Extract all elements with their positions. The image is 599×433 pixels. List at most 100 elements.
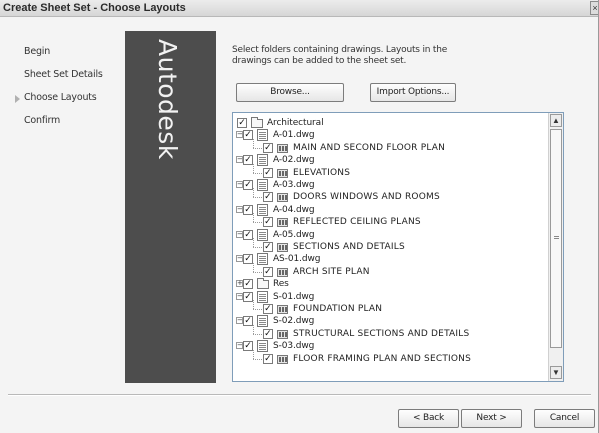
tree-drawing-item[interactable]: − ✓ S-01.dwg [233, 290, 545, 303]
tree-connector [253, 238, 254, 247]
tree-layout-item[interactable]: ✓ MAIN AND SECOND FLOOR PLAN [233, 138, 545, 154]
tree-checkbox[interactable]: ✓ [263, 266, 273, 277]
import-options-button[interactable]: Import Options... [370, 83, 456, 102]
drawing-file-icon [257, 315, 268, 328]
layouts-tree-view[interactable]: ✓ Architectural − ✓ A-01.dwg ✓ MAIN AND SECOND… [232, 112, 564, 382]
tree-item-label: REFLECTED CEILING PLANS [293, 217, 421, 228]
drawing-file-icon [257, 228, 268, 241]
back-button[interactable]: < Back [398, 409, 459, 428]
tree-item-label: S-02.dwg [273, 316, 315, 327]
folder-icon [251, 117, 263, 128]
tree-drawing-item[interactable]: − ✓ A-04.dwg [233, 203, 545, 216]
tree-connector [253, 324, 254, 334]
drawing-file-icon [257, 290, 268, 303]
tree-checkbox[interactable]: ✓ [263, 242, 273, 252]
tree-checkbox[interactable]: ✓ [243, 341, 253, 352]
tree-layout-item[interactable]: ✓ FOUNDATION PLAN [233, 300, 545, 315]
tree-connector [253, 213, 254, 223]
tree-scrollbar[interactable]: ▲ ▼ [548, 113, 563, 381]
tree-connector [253, 188, 254, 198]
collapse-icon[interactable]: − [236, 292, 243, 300]
scroll-thumb[interactable] [550, 129, 562, 348]
tree-checkbox[interactable]: ✓ [243, 204, 253, 215]
tree-drawing-item[interactable]: − ✓ S-03.dwg [233, 340, 545, 353]
tree-drawing-item[interactable]: − ✓ A-02.dwg [233, 154, 545, 167]
tree-layout-item[interactable]: ✓ REFLECTED CEILING PLANS [233, 213, 545, 228]
tree-checkbox[interactable]: ✓ [243, 229, 253, 240]
tree-drawing-item[interactable]: − ✓ A-01.dwg [233, 129, 545, 142]
tree-checkbox[interactable]: ✓ [263, 167, 273, 178]
scroll-up-icon[interactable]: ▲ [550, 114, 562, 127]
tree-checkbox[interactable]: ✓ [263, 192, 273, 203]
tree-checkbox[interactable]: ✓ [243, 130, 253, 141]
tree-drawing-item[interactable]: − ✓ A-03.dwg [233, 179, 545, 191]
collapse-icon[interactable]: − [236, 230, 243, 238]
tree-drawing-item[interactable]: − ✓ A-05.dwg [233, 228, 545, 241]
layout-icon [277, 218, 288, 228]
tree-layout-item[interactable]: ✓ SECTIONS AND DETAILS [233, 238, 545, 253]
tree-item-label: S-01.dwg [273, 291, 315, 302]
collapse-icon[interactable]: − [236, 255, 243, 263]
scroll-down-icon[interactable]: ▼ [550, 366, 562, 379]
collapse-icon[interactable]: − [236, 181, 243, 188]
layout-icon [277, 329, 288, 339]
tree-folder-item[interactable]: + ✓ Res [233, 278, 545, 290]
tree-checkbox[interactable]: ✓ [243, 180, 253, 190]
collapse-icon[interactable]: − [236, 131, 243, 139]
step-confirm[interactable]: Confirm [24, 115, 60, 126]
tree-item-label: STRUCTURAL SECTIONS AND DETAILS [293, 328, 470, 339]
current-step-arrow-icon [15, 95, 20, 103]
step-begin[interactable]: Begin [24, 46, 50, 57]
drawing-file-icon [257, 179, 268, 191]
tree-layout-item[interactable]: ✓ ELEVATIONS [233, 163, 545, 179]
browse-button[interactable]: Browse... [236, 83, 344, 102]
drawing-file-icon [257, 253, 268, 266]
tree-layout-item[interactable]: ✓ DOORS WINDOWS AND ROOMS [233, 188, 545, 203]
collapse-icon[interactable]: − [236, 342, 243, 350]
tree-layout-item[interactable]: ✓ STRUCTURAL SECTIONS AND DETAILS [233, 324, 545, 340]
tree-item-label: SECTIONS AND DETAILS [293, 242, 405, 252]
tree-connector [253, 247, 262, 248]
tree-layout-item[interactable]: ✓ ARCH SITE PLAN [233, 262, 545, 278]
tree-item-label: Architectural [267, 118, 324, 128]
tree-checkbox[interactable]: ✓ [237, 118, 247, 128]
tree-checkbox[interactable]: ✓ [243, 316, 253, 327]
tree-connector [253, 349, 254, 359]
tree-connector [253, 163, 254, 173]
tree-connector [253, 333, 262, 335]
layout-icon [277, 243, 288, 252]
cancel-button[interactable]: Cancel [534, 409, 595, 428]
tree-checkbox[interactable]: ✓ [263, 217, 273, 228]
layout-icon [277, 267, 288, 277]
tree-item-label: DOORS WINDOWS AND ROOMS [293, 192, 440, 203]
title-bar[interactable]: Create Sheet Set - Choose Layouts × [0, 0, 598, 17]
tree-checkbox[interactable]: ✓ [263, 304, 273, 314]
autodesk-brand-panel: Autodesk [125, 31, 216, 383]
close-icon[interactable]: × [590, 1, 598, 15]
collapse-icon[interactable]: − [236, 205, 243, 213]
tree-checkbox[interactable]: ✓ [243, 291, 253, 302]
tree-drawing-item[interactable]: − ✓ S-02.dwg [233, 315, 545, 328]
tree-folder-item[interactable]: ✓ Architectural [233, 117, 545, 129]
step-choose-layouts[interactable]: Choose Layouts [24, 92, 97, 103]
collapse-icon[interactable]: − [236, 156, 243, 164]
tree-connector [253, 262, 254, 272]
tree-item-label: A-04.dwg [273, 204, 315, 215]
tree-checkbox[interactable]: ✓ [243, 254, 253, 265]
tree-connector [253, 147, 262, 149]
tree-checkbox[interactable]: ✓ [243, 155, 253, 166]
tree-layout-item[interactable]: ✓ FLOOR FRAMING PLAN AND SECTIONS [233, 349, 545, 365]
tree-checkbox[interactable]: ✓ [263, 353, 273, 364]
step-sheet-set-details[interactable]: Sheet Set Details [24, 69, 103, 80]
tree-checkbox[interactable]: ✓ [263, 328, 273, 339]
autodesk-logo: Autodesk [153, 39, 182, 160]
tree-item-label: A-03.dwg [273, 180, 315, 190]
window-title: Create Sheet Set - Choose Layouts [3, 2, 186, 14]
tree-checkbox[interactable]: ✓ [263, 142, 273, 153]
drawing-file-icon [257, 203, 268, 216]
tree-drawing-item[interactable]: − ✓ AS-01.dwg [233, 253, 545, 266]
expand-icon[interactable]: + [236, 280, 243, 288]
collapse-icon[interactable]: − [236, 317, 243, 325]
next-button[interactable]: Next > [461, 409, 522, 428]
tree-checkbox[interactable]: ✓ [243, 279, 253, 290]
